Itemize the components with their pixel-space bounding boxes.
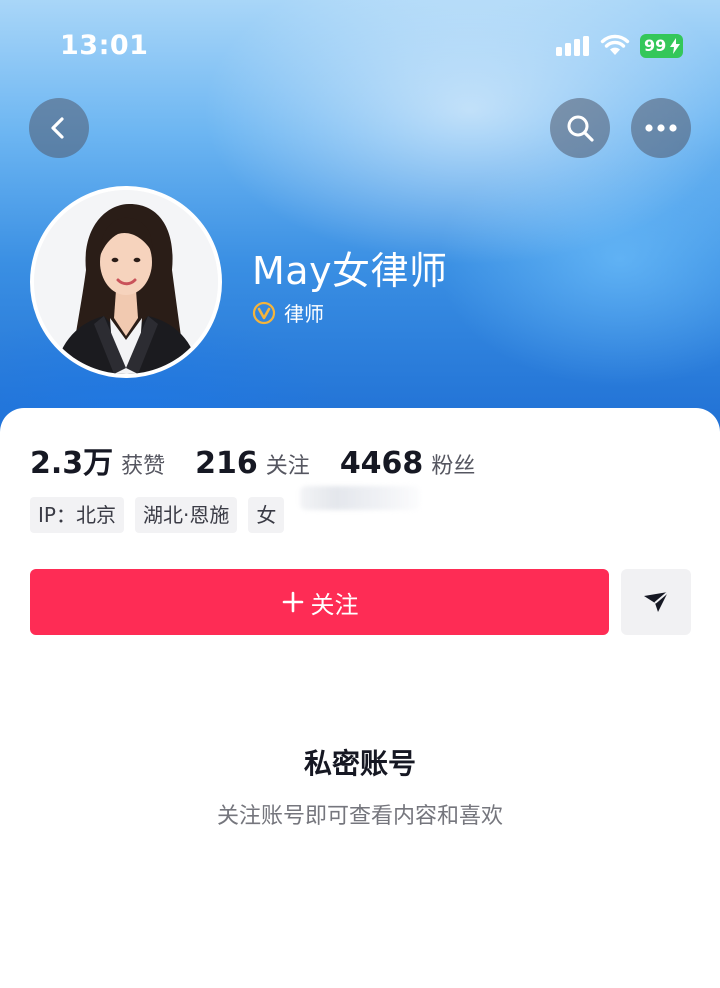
profile-name: May女律师 [252,249,448,293]
private-account-title: 私密账号 [303,747,416,780]
stat-following[interactable]: 216 关注 [195,446,310,481]
wifi-icon [600,34,630,55]
back-button[interactable] [29,98,89,158]
status-time: 13:01 [60,30,149,61]
profile-tags: IP：北京 湖北·恩施 女 [30,497,285,533]
send-arrow-icon [644,591,669,612]
stat-label: 关注 [265,454,310,479]
verification-label: 律师 [284,302,324,326]
battery-indicator: 99 [640,34,683,58]
stat-value: 2.3万 [30,446,114,481]
stat-likes[interactable]: 2.3万 获赞 [30,438,165,482]
follow-label: 关注 [310,590,359,619]
avatar[interactable] [30,186,222,378]
tag-gender: 女 [248,497,285,533]
blurred-content [300,486,420,510]
stat-value: 216 [195,446,258,481]
tag-ip-location: IP：北京 [30,497,124,533]
avatar-portrait [34,190,218,374]
more-dots-icon [645,124,677,132]
stat-label: 获赞 [121,454,166,479]
private-account-subtitle: 关注账号即可查看内容和喜欢 [216,804,503,829]
share-button[interactable] [621,569,691,635]
signal-icon [556,36,589,56]
back-arrow-icon [51,117,64,139]
verification-badge[interactable]: 律师 [252,298,324,327]
status-bar: 13:01 99 [0,0,720,92]
battery-level: 99 [644,36,667,55]
plus-icon [282,591,303,613]
verified-v-icon [252,301,276,324]
profile-header-background: 13:01 99 May女律师 律师 [0,0,720,440]
battery-charging-icon [670,38,680,54]
search-button[interactable] [550,98,610,158]
search-icon [567,115,594,142]
stat-label: 粉丝 [431,454,476,479]
profile-info-sheet: 2.3万 获赞 216 关注 4468 粉丝 IP：北京 湖北·恩施 女 关注 … [0,408,720,988]
follow-button[interactable]: 关注 [30,569,609,635]
more-button[interactable] [631,98,691,158]
tag-hometown: 湖北·恩施 [134,497,238,533]
stats-row: 2.3万 获赞 216 关注 4468 粉丝 [30,438,505,482]
stat-followers[interactable]: 4468 粉丝 [340,446,476,481]
stat-value: 4468 [339,446,424,481]
